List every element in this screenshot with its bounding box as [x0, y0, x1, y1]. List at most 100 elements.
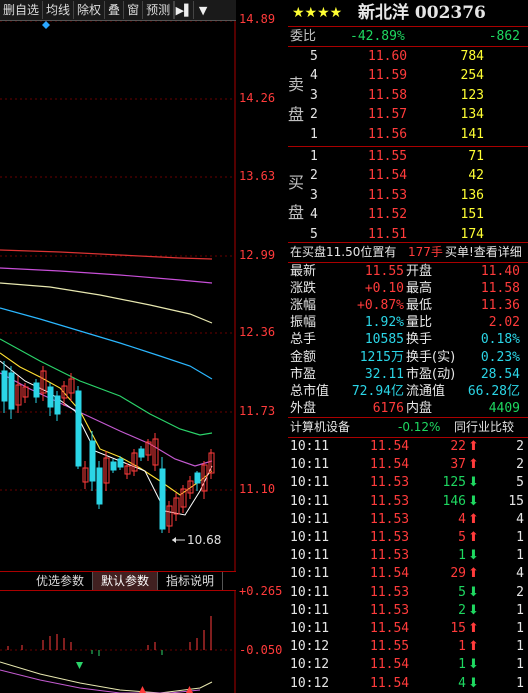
- moving-average-button[interactable]: 均线: [43, 1, 75, 19]
- sell-level-price: 11.56: [368, 126, 408, 142]
- sell-level-row[interactable]: 5 11.60 784: [288, 47, 528, 66]
- buy-level-price: 11.55: [368, 149, 408, 164]
- tick-row: 10:11 11.53 4 ⬆ 4: [288, 511, 528, 529]
- stat-label: 外盘: [290, 400, 317, 416]
- sell-level-number: 2: [310, 107, 318, 123]
- sell-level-price: 11.57: [368, 107, 408, 123]
- sell-level-price: 11.58: [368, 87, 408, 103]
- buy-level-number: 5: [310, 226, 318, 242]
- buy-level-number: 1: [310, 149, 318, 164]
- price-tick-2: 13.63: [239, 169, 276, 183]
- sector-name[interactable]: 计算机设备: [290, 418, 350, 437]
- tick-row: 10:11 11.54 15 ⬆ 1: [288, 620, 528, 638]
- stat-row: 涨幅 +0.87% 最低 11.36: [288, 297, 528, 314]
- tick-time: 10:11: [290, 621, 330, 636]
- pin-right-icon[interactable]: ▶▌: [174, 1, 193, 19]
- tick-time: 10:11: [290, 584, 330, 600]
- sell-level-price: 11.60: [368, 49, 408, 64]
- notice-link[interactable]: 买单!查看详细: [445, 243, 522, 262]
- tick-price: 11.53: [370, 584, 410, 600]
- tab-default-params[interactable]: 默认参数: [93, 572, 159, 590]
- tab-optimized-params[interactable]: 优选参数: [0, 572, 94, 590]
- buy-level-row[interactable]: 4 11.52 151: [288, 205, 528, 224]
- weibi-diff: -862: [488, 29, 520, 44]
- buy-level-row[interactable]: 1 11.55 71: [288, 147, 528, 166]
- window-button[interactable]: 窗: [124, 1, 144, 19]
- tick-volume: 1: [458, 639, 466, 655]
- sell-level-row[interactable]: 1 11.56 141: [288, 125, 528, 144]
- tick-time: 10:11: [290, 548, 330, 564]
- down-arrow-icon: ⬇: [468, 584, 479, 600]
- tick-count: 1: [516, 548, 524, 564]
- weibi-pct: -42.89%: [350, 29, 405, 44]
- tick-count: 1: [516, 639, 524, 655]
- stat-label: 涨跌: [290, 281, 317, 297]
- sell-level-row[interactable]: 2 11.57 134: [288, 105, 528, 124]
- sell-level-volume: 141: [460, 126, 484, 142]
- tick-count: 1: [516, 657, 524, 673]
- buy-level-number: 3: [310, 187, 318, 203]
- tick-price: 11.54: [370, 439, 410, 454]
- dropdown-icon[interactable]: ▼: [193, 1, 212, 19]
- sell-level-price: 11.59: [368, 68, 408, 84]
- tab-indicator-help[interactable]: 指标说明: [158, 572, 224, 590]
- price-tick-6: 11.10: [239, 482, 276, 496]
- big-order-notice[interactable]: 在买盘11.50位置有 177手 买单!查看详细: [288, 243, 528, 262]
- chart-toolbar: 删自选 均线 除权 叠 窗 预测 ▶▌ ▼: [0, 0, 236, 21]
- remove-watchlist-button[interactable]: 删自选: [0, 1, 44, 19]
- stat-row: 最新 11.55 开盘 11.40: [288, 263, 528, 280]
- down-arrow-icon: ⬇: [468, 602, 479, 618]
- stat-row: 金额 1215万 换手(实) 0.23%: [288, 349, 528, 366]
- buy-level-price: 11.53: [368, 187, 408, 203]
- candlestick-chart[interactable]: 10.68: [0, 21, 236, 571]
- stat-row: 总市值 72.94亿 流通值 66.28亿: [288, 383, 528, 400]
- indicator-chart[interactable]: [0, 590, 288, 693]
- sell-level-number: 4: [310, 68, 318, 84]
- tick-volume: 5: [458, 530, 466, 545]
- sell-level-row[interactable]: 4 11.59 254: [288, 66, 528, 85]
- compare-button[interactable]: 同行业比较: [454, 418, 514, 437]
- stat-value: 1.92%: [364, 315, 404, 331]
- buy-level-row[interactable]: 3 11.53 136: [288, 186, 528, 205]
- buy-level-number: 2: [310, 168, 318, 184]
- forecast-button[interactable]: 预测: [143, 1, 175, 19]
- stat-row: 振幅 1.92% 量比 2.02: [288, 314, 528, 331]
- tick-volume: 146: [442, 493, 466, 509]
- stat-value-2: 2.02: [488, 315, 520, 331]
- buy-level-row[interactable]: 5 11.51 174: [288, 225, 528, 244]
- tick-price: 11.54: [370, 675, 410, 691]
- tick-price: 11.54: [370, 457, 410, 473]
- sell-level-row[interactable]: 3 11.58 123: [288, 86, 528, 105]
- tick-time: 10:11: [290, 493, 330, 509]
- tick-count: 1: [516, 675, 524, 691]
- stat-value-2: 11.36: [480, 298, 520, 314]
- ex-rights-button[interactable]: 除权: [74, 1, 106, 19]
- up-arrow-icon: ⬆: [468, 639, 479, 655]
- stat-value: +0.10: [364, 281, 404, 297]
- tick-price: 11.54: [370, 566, 410, 582]
- stat-value-2: 11.58: [480, 281, 520, 297]
- tick-time: 10:12: [290, 675, 330, 691]
- tick-volume: 4: [458, 511, 466, 527]
- tick-volume: 5: [458, 584, 466, 600]
- price-tick-5: 11.73: [239, 404, 276, 418]
- down-arrow-icon: ⬇: [468, 493, 479, 509]
- tick-count: 1: [516, 530, 524, 545]
- indicator-tick-top: +0.265: [239, 584, 283, 598]
- tick-volume: 1: [458, 548, 466, 564]
- stat-value: +0.87%: [357, 298, 404, 314]
- tick-count: 2: [516, 584, 524, 600]
- stat-label-2: 内盘: [406, 400, 433, 416]
- tick-time: 10:11: [290, 566, 330, 582]
- tick-price: 11.53: [370, 511, 410, 527]
- overlay-button[interactable]: 叠: [105, 1, 125, 19]
- buy-level-row[interactable]: 2 11.54 42: [288, 166, 528, 185]
- tick-count: 4: [516, 511, 524, 527]
- tick-volume: 2: [458, 602, 466, 618]
- tick-time: 10:11: [290, 457, 330, 473]
- low-price-label: 10.68: [187, 533, 221, 547]
- sell-level-volume: 134: [460, 107, 484, 123]
- stat-label-2: 最低: [406, 298, 433, 314]
- notice-volume: 177手: [408, 245, 443, 259]
- tick-row: 10:11 11.54 37 ⬆ 2: [288, 456, 528, 474]
